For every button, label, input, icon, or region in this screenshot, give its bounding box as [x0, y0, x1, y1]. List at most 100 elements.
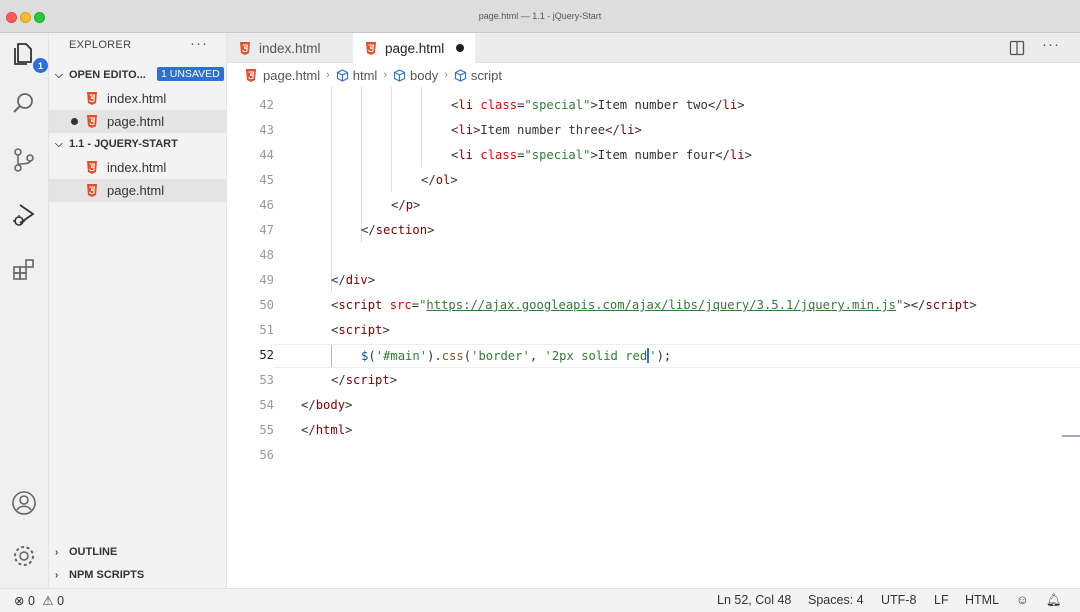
breadcrumb-label: body	[410, 67, 439, 83]
chevron-down-icon: ⌵	[55, 138, 63, 150]
chevron-right-icon: ›	[326, 69, 330, 81]
unsaved-dot-icon	[71, 118, 78, 125]
project-folder-section[interactable]: ⌵ 1.1 - JQUERY-START	[49, 133, 227, 155]
error-icon: ⊗	[14, 594, 25, 608]
language-mode[interactable]: HTML	[965, 593, 999, 607]
line-number: 53	[259, 373, 274, 387]
line-number: 48	[259, 248, 274, 262]
more-actions-icon[interactable]: ···	[1042, 36, 1060, 53]
html-file-icon	[87, 115, 97, 128]
open-editor-label: index.html	[107, 91, 167, 106]
line-number: 56	[259, 448, 274, 462]
indentation-setting[interactable]: Spaces: 4	[808, 593, 864, 607]
activity-bar: 1	[0, 33, 49, 588]
status-bar: ⊗ 0 ⚠ 0 Ln 52, Col 48 Spaces: 4 UTF-8 LF…	[0, 588, 1080, 612]
open-editor-label: page.html	[107, 114, 165, 129]
explorer-icon[interactable]: 1	[9, 39, 48, 73]
line-number: 45	[259, 173, 274, 187]
tab-index-html[interactable]: index.html	[227, 33, 353, 63]
breadcrumb-body[interactable]: body	[393, 68, 438, 83]
open-editor-item-index[interactable]: index.html	[49, 87, 227, 110]
project-file-index[interactable]: index.html	[49, 156, 227, 179]
code-line-42: <li class="special">Item number two</li>	[451, 98, 745, 112]
explorer-sidebar: EXPLORER ··· ⌵ OPEN EDITO... 1 UNSAVED i…	[49, 33, 227, 588]
explorer-more-actions-icon[interactable]: ···	[190, 35, 208, 52]
code-line-51: <script>	[331, 323, 390, 337]
code-line-52: $('#main').css('border', '2px solid red '…	[361, 348, 672, 363]
breadcrumb-html[interactable]: html	[336, 67, 378, 83]
source-control-icon[interactable]	[9, 145, 39, 175]
project-file-page[interactable]: page.html	[49, 179, 227, 202]
line-number: 49	[259, 273, 274, 287]
code-line-47: </section>	[361, 223, 435, 237]
title-bar: page.html — 1.1 - jQuery-Start	[0, 0, 1080, 33]
feedback-icon[interactable]: ☺	[1016, 593, 1029, 607]
html-file-icon	[87, 184, 97, 197]
settings-gear-icon[interactable]	[9, 541, 39, 571]
tab-label: page.html	[385, 40, 445, 56]
breadcrumb-label: script	[470, 67, 502, 83]
code-line-55: </html>	[301, 423, 353, 437]
open-editor-item-page[interactable]: page.html	[49, 110, 227, 133]
symbol-element-icon	[336, 68, 348, 82]
notifications-bell-icon[interactable]: 🔔︎	[1046, 593, 1062, 608]
chevron-right-icon: ›	[383, 69, 387, 81]
eol-setting[interactable]: LF	[934, 593, 949, 607]
line-number: 50	[259, 298, 274, 312]
symbol-element-icon	[393, 68, 406, 82]
code-line-44: <li class="special">Item number four</li…	[451, 148, 752, 162]
problems-indicator[interactable]: ⊗ 0 ⚠ 0	[14, 593, 64, 608]
open-editors-section[interactable]: ⌵ OPEN EDITO... 1 UNSAVED	[49, 64, 227, 86]
code-line-46: </p>	[391, 198, 421, 212]
line-number-current: 52	[259, 348, 274, 362]
encoding-setting[interactable]: UTF-8	[881, 593, 916, 607]
breadcrumb-script[interactable]: script	[454, 68, 502, 83]
line-number: 46	[259, 198, 274, 212]
unsaved-dot-icon[interactable]	[456, 44, 465, 52]
tab-page-html[interactable]: page.html	[353, 33, 475, 63]
warning-icon: ⚠	[42, 594, 54, 608]
line-number: 42	[259, 98, 274, 112]
extensions-icon[interactable]	[9, 255, 39, 285]
chevron-right-icon: ›	[55, 569, 59, 581]
project-file-label: page.html	[107, 183, 165, 198]
search-icon[interactable]	[9, 89, 39, 119]
outline-title: OUTLINE	[69, 546, 118, 558]
npm-scripts-title: NPM SCRIPTS	[69, 569, 145, 581]
outline-section[interactable]: › OUTLINE	[49, 541, 227, 563]
warning-count: 0	[57, 594, 65, 608]
explorer-header: EXPLORER	[69, 39, 132, 51]
indent-guide	[331, 87, 332, 292]
breadcrumb-file[interactable]: page.html	[245, 68, 320, 83]
code-editor[interactable]: 42 43 44 45 46 47 48 49 50 51 52 53 54 5…	[227, 87, 1080, 588]
html-file-icon	[240, 41, 250, 55]
run-debug-icon[interactable]	[9, 200, 39, 230]
error-count: 0	[27, 594, 35, 608]
line-number: 47	[259, 223, 274, 237]
explorer-badge: 1	[33, 58, 48, 73]
code-line-50: <script src="https://ajax.googleapis.com…	[331, 298, 977, 312]
editor-tab-bar: index.html page.html ···	[227, 33, 1080, 63]
window-title: page.html — 1.1 - jQuery-Start	[478, 11, 602, 21]
code-line-54: </body>	[301, 398, 353, 412]
split-editor-icon[interactable]	[1009, 40, 1025, 59]
html-file-icon	[87, 92, 97, 105]
code-line-43: <li>Item number three</li>	[451, 123, 642, 137]
chevron-right-icon: ›	[444, 69, 448, 81]
scrollbar-position-marker[interactable]	[1062, 435, 1080, 437]
line-number: 51	[259, 323, 274, 337]
unsaved-badge: 1 UNSAVED	[157, 67, 224, 81]
breadcrumb-label: html	[352, 67, 378, 83]
chevron-right-icon: ›	[55, 546, 59, 558]
account-icon[interactable]	[9, 488, 39, 518]
project-folder-title: 1.1 - JQUERY-START	[69, 138, 178, 150]
line-number: 44	[259, 148, 274, 162]
npm-scripts-section[interactable]: › NPM SCRIPTS	[49, 564, 227, 586]
code-line-49: </div>	[331, 273, 376, 287]
code-line-45: </ol>	[421, 173, 458, 187]
cursor-position[interactable]: Ln 52, Col 48	[717, 593, 791, 607]
breadcrumb: page.html › html › body › script	[227, 63, 1080, 87]
line-number: 43	[259, 123, 274, 137]
code-line-53: </script>	[331, 373, 398, 387]
tab-label: index.html	[259, 40, 321, 56]
